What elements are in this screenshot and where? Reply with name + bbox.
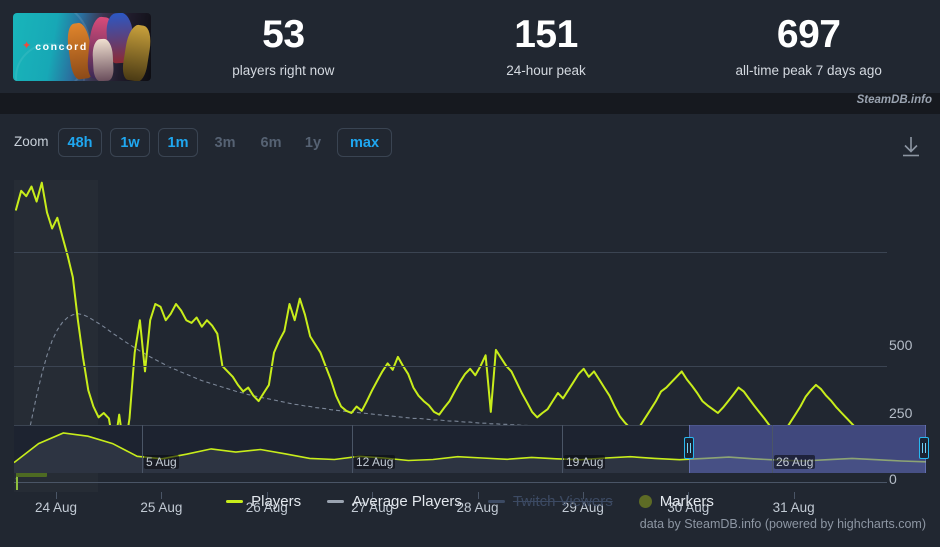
concord-logo: ✦ concord xyxy=(22,41,88,53)
stat-label: 24-hour peak xyxy=(506,62,586,78)
y-tick-0: 0 xyxy=(889,471,897,487)
zoom-button-1w[interactable]: 1w xyxy=(110,128,150,157)
steamdb-watermark: SteamDB.info xyxy=(856,94,932,106)
navigator-tick-label: 12 Aug xyxy=(354,455,396,469)
legend-label: Average Players xyxy=(352,492,462,510)
game-capsule-image[interactable]: ✦ concord xyxy=(13,12,151,81)
zoom-label: Zoom xyxy=(14,134,49,149)
legend-label: Markers xyxy=(659,492,714,510)
gridline-250 xyxy=(14,366,887,367)
stat-24h-peak: 151 24-hour peak xyxy=(415,13,678,78)
legend-item-players[interactable]: Players xyxy=(226,493,301,510)
stat-alltime-peak: 697 all-time peak 7 days ago xyxy=(677,13,940,78)
gridline-500 xyxy=(14,252,887,253)
navigator-tick xyxy=(562,425,563,473)
stats-header: ✦ concord 53 players right now 151 24-ho… xyxy=(0,0,940,93)
steamdb-chart-page: ✦ concord 53 players right now 151 24-ho… xyxy=(0,0,940,547)
players-swatch-icon xyxy=(226,499,244,503)
players-line xyxy=(15,181,884,455)
chart-legend: Players Average Players Twitch Viewers M… xyxy=(0,487,940,515)
average-players-swatch-icon xyxy=(327,499,345,503)
download-icon[interactable] xyxy=(896,134,926,160)
game-capsule-wrap: ✦ concord xyxy=(0,12,152,81)
legend-item-markers[interactable]: Markers xyxy=(638,492,714,510)
navigator-tick-label: 26 Aug xyxy=(774,455,816,469)
stat-value: 151 xyxy=(514,13,578,57)
legend-item-twitch-viewers[interactable]: Twitch Viewers xyxy=(487,492,613,510)
zoom-button-1y: 1y xyxy=(304,134,322,151)
chart-panel: Zoom 48h 1w 1m 3m 6m 1y max 500 250 0 24… xyxy=(0,114,940,547)
y-tick-250: 250 xyxy=(889,405,913,421)
zoom-button-3m: 3m xyxy=(214,134,236,151)
concord-star-icon: ✦ xyxy=(22,40,32,52)
y-tick-500: 500 xyxy=(889,337,913,353)
markers-swatch-icon xyxy=(638,494,652,508)
zoom-button-1m[interactable]: 1m xyxy=(158,128,198,157)
navigator-tick xyxy=(772,425,773,473)
gridline-0 xyxy=(14,482,887,483)
stat-label: players right now xyxy=(232,62,335,78)
navigator-handle-right[interactable] xyxy=(919,437,929,459)
concord-logo-text: concord xyxy=(35,40,88,53)
range-navigator[interactable]: 5 Aug 12 Aug 19 Aug 26 Aug xyxy=(14,425,929,473)
legend-label: Players xyxy=(251,492,302,510)
stat-players-now: 53 players right now xyxy=(152,13,415,78)
brand-bar: SteamDB.info xyxy=(0,93,940,114)
chart-credit[interactable]: data by SteamDB.info (powered by highcha… xyxy=(640,517,926,531)
navigator-tick-label: 19 Aug xyxy=(564,455,606,469)
legend-item-average-players[interactable]: Average Players xyxy=(327,493,462,510)
stat-label: all-time peak 7 days ago xyxy=(735,62,882,78)
navigator-tick xyxy=(142,425,143,473)
stat-value: 53 xyxy=(262,13,305,57)
zoom-button-48h[interactable]: 48h xyxy=(58,128,102,157)
navigator-handle-left[interactable] xyxy=(683,437,694,459)
navigator-tick xyxy=(352,425,353,473)
twitch-swatch-icon xyxy=(487,499,505,503)
stat-value: 697 xyxy=(776,13,841,57)
zoom-button-6m: 6m xyxy=(260,134,282,151)
zoom-button-max[interactable]: max xyxy=(337,128,392,157)
zoom-toolbar: Zoom 48h 1w 1m 3m 6m 1y max xyxy=(0,114,940,169)
navigator-tick-label: 5 Aug xyxy=(144,455,179,469)
legend-label: Twitch Viewers xyxy=(512,492,613,510)
